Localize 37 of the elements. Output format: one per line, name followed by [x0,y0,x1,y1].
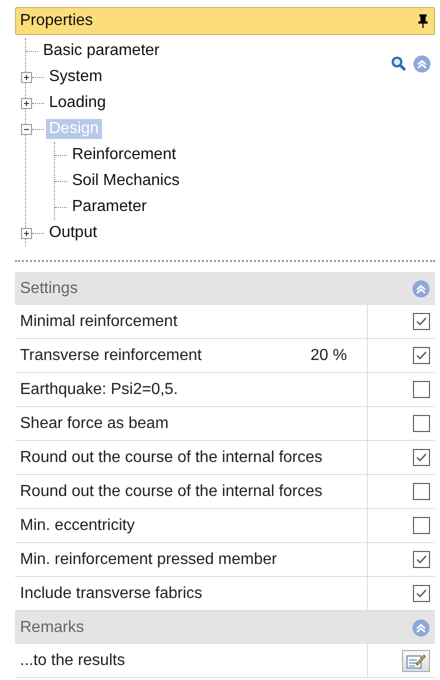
tree-item[interactable]: Parameter [69,197,150,217]
checkbox[interactable] [413,551,430,568]
setting-label: ...to the results [20,652,125,670]
search-icon[interactable] [391,56,407,72]
expand-icon[interactable] [21,72,32,82]
setting-label: Transverse reinforcement [20,346,202,364]
expand-icon[interactable] [21,228,32,238]
setting-label: Include transverse fabrics [20,584,202,602]
tree-item[interactable]: Loading [46,93,109,113]
section-title: Settings [20,280,78,298]
expand-icon[interactable] [21,98,32,108]
checkbox[interactable] [413,381,430,398]
tree-item[interactable]: Soil Mechanics [69,171,183,191]
checkbox[interactable] [413,415,430,432]
checkbox[interactable] [413,449,430,466]
tree-item[interactable]: System [46,67,106,87]
panel-title: Properties [20,12,93,30]
checkbox[interactable] [413,517,430,534]
pin-icon[interactable] [418,14,428,28]
checkbox[interactable] [413,483,430,500]
tree-item[interactable]: Basic parameter [40,41,162,61]
setting-label: Min. eccentricity [20,516,135,534]
checkbox[interactable] [413,347,430,364]
tree-item[interactable]: Output [46,223,100,243]
setting-label: Shear force as beam [20,414,169,432]
setting-label: Round out the course of the internal forces [20,448,322,466]
checkbox[interactable] [413,313,430,330]
setting-label: Earthquake: Psi2=0,5. [20,380,178,398]
setting-value: 20 % [310,346,347,364]
checkbox[interactable] [413,585,430,602]
setting-label: Round out the course of the internal forces [20,482,322,500]
tree-item[interactable]: Reinforcement [69,145,180,165]
setting-label: Minimal reinforcement [20,312,178,330]
setting-label: Min. reinforcement pressed member [20,550,277,568]
collapse-icon[interactable] [21,124,32,134]
edit-button[interactable] [402,650,430,672]
section-title: Remarks [20,618,84,636]
